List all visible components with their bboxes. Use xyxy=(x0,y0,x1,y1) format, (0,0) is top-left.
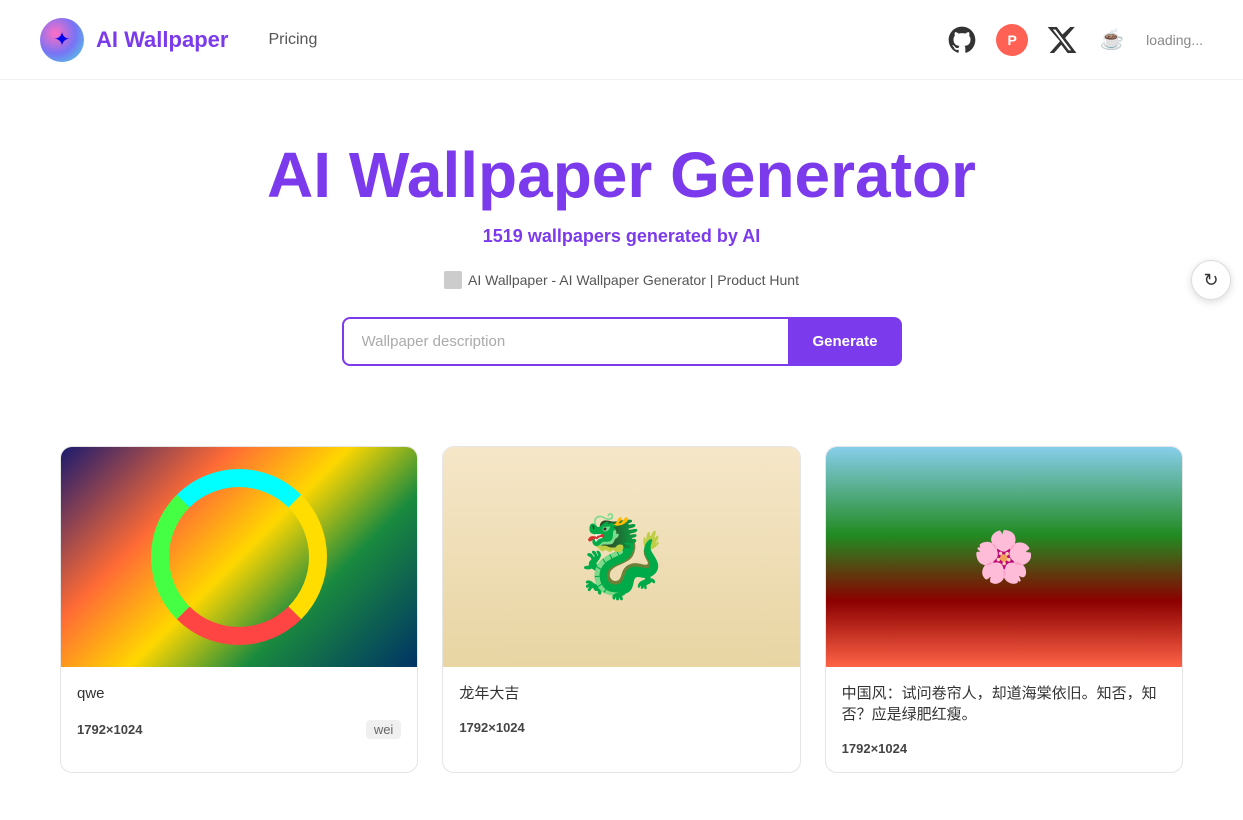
wallpaper-image-2: 🐉 xyxy=(443,447,799,667)
logo-text: AI Wallpaper xyxy=(96,27,228,53)
wallpaper-card-2[interactable]: 🐉 龙年大吉 1792×1024 xyxy=(442,446,800,773)
card-size-1: 1792×1024 xyxy=(77,722,142,737)
product-hunt-label: AI Wallpaper - AI Wallpaper Generator | … xyxy=(468,272,799,288)
card-size-3: 1792×1024 xyxy=(842,741,907,756)
logo-link[interactable]: ✦ AI Wallpaper xyxy=(40,18,228,62)
ph-mini-icon xyxy=(444,271,462,289)
producthunt-icon[interactable]: P xyxy=(996,24,1028,56)
card-meta-2: 1792×1024 xyxy=(459,720,783,735)
github-icon[interactable] xyxy=(946,24,978,56)
card-meta-3: 1792×1024 xyxy=(842,741,1166,756)
card-body-3: 中国风：试问卷帘人，却道海棠依旧。知否，知否？应是绿肥红瘦。 1792×1024 xyxy=(826,667,1182,772)
gallery: qwe 1792×1024 wei 🐉 龙年大吉 1792×1024 🌸 中国风… xyxy=(0,406,1243,813)
logo-icon: ✦ xyxy=(40,18,84,62)
card-title-2: 龙年大吉 xyxy=(459,683,783,704)
generate-button[interactable]: Generate xyxy=(788,317,901,366)
header-right: P ☕ loading... xyxy=(946,24,1203,56)
header: ✦ AI Wallpaper Pricing P ☕ loading... xyxy=(0,0,1243,80)
card-title-1: qwe xyxy=(77,683,401,704)
wallpaper-count: 1519 xyxy=(483,226,523,246)
wallpaper-image-3: 🌸 xyxy=(826,447,1182,667)
hero-subtitle: 1519 wallpapers generated by AI xyxy=(20,226,1223,247)
coffee-icon[interactable]: ☕ xyxy=(1096,24,1128,56)
search-bar: Generate xyxy=(342,317,902,366)
wallpaper-image-1 xyxy=(61,447,417,667)
twitter-icon[interactable] xyxy=(1046,24,1078,56)
wallpaper-card-3[interactable]: 🌸 中国风：试问卷帘人，却道海棠依旧。知否，知否？应是绿肥红瘦。 1792×10… xyxy=(825,446,1183,773)
card-title-3: 中国风：试问卷帘人，却道海棠依旧。知否，知否？应是绿肥红瘦。 xyxy=(842,683,1166,725)
header-left: ✦ AI Wallpaper Pricing xyxy=(40,18,317,62)
card-body-2: 龙年大吉 1792×1024 xyxy=(443,667,799,751)
card-size-2: 1792×1024 xyxy=(459,720,524,735)
product-hunt-badge: AI Wallpaper - AI Wallpaper Generator | … xyxy=(444,271,799,289)
hero-subtitle-text: wallpapers generated by AI xyxy=(523,226,760,246)
card-meta-1: 1792×1024 wei xyxy=(77,720,401,739)
card-body-1: qwe 1792×1024 wei xyxy=(61,667,417,755)
hero-section: AI Wallpaper Generator 1519 wallpapers g… xyxy=(0,80,1243,406)
hero-title: AI Wallpaper Generator xyxy=(20,140,1223,210)
wallpaper-card-1[interactable]: qwe 1792×1024 wei xyxy=(60,446,418,773)
card-author-1: wei xyxy=(366,720,402,739)
loading-text: loading... xyxy=(1146,32,1203,48)
floating-refresh-icon[interactable]: ↻ xyxy=(1191,260,1231,300)
wallpaper-description-input[interactable] xyxy=(342,317,789,366)
nav-pricing-link[interactable]: Pricing xyxy=(268,31,317,49)
